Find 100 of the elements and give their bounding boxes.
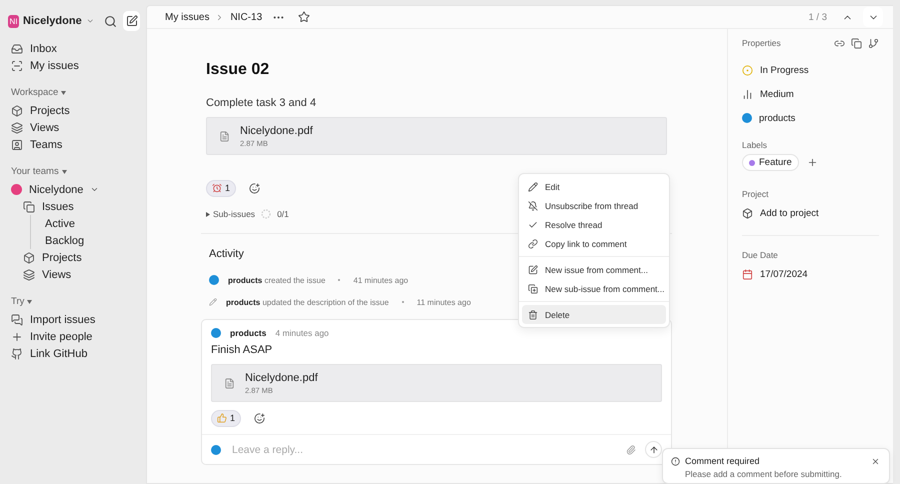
breadcrumb-link[interactable]: My issues	[165, 12, 210, 22]
menu-item[interactable]: New sub-issue from comment...	[522, 279, 666, 298]
menu-item[interactable]: Copy link to comment	[522, 234, 666, 253]
sidebar-item[interactable]: Active	[42, 215, 140, 232]
stack-icon	[23, 200, 35, 212]
copy-icon	[851, 38, 862, 48]
inbox-icon	[11, 42, 23, 54]
due-date-field[interactable]: 17/07/2024	[742, 262, 879, 286]
activity-time: 11 minutes ago	[416, 298, 471, 306]
menu-item[interactable]: Resolve thread	[522, 215, 666, 234]
breadcrumb-link[interactable]: NIC-13	[230, 12, 262, 22]
new-issue-button[interactable]	[123, 11, 140, 31]
section-title[interactable]: Try	[11, 296, 24, 307]
send-button[interactable]	[645, 441, 662, 458]
due-date-title: Due Date	[742, 250, 779, 260]
sub-issues-toggle[interactable]: Sub-issues	[213, 209, 256, 219]
plus-icon	[11, 330, 23, 342]
caret-right-icon	[206, 212, 210, 216]
status-circle-icon	[742, 64, 753, 76]
sidebar-item[interactable]: Inbox	[8, 40, 140, 57]
chat-icon	[11, 314, 23, 326]
person-card-icon	[11, 138, 23, 150]
cube-icon	[742, 208, 753, 218]
sidebar-item[interactable]: Views	[8, 119, 140, 136]
team-avatar-icon	[11, 184, 22, 195]
file-icon	[224, 378, 235, 388]
pencil-icon	[209, 298, 217, 306]
separator-dot	[338, 279, 340, 281]
cube-icon	[11, 104, 23, 116]
menu-item[interactable]: Delete	[522, 305, 666, 324]
alert-icon	[671, 456, 680, 466]
activity-title: Activity	[209, 248, 245, 260]
pager-count: 1 / 3	[808, 12, 827, 22]
caret-down-icon	[90, 185, 100, 194]
github-icon	[11, 348, 23, 360]
sidebar-item[interactable]: Teams	[8, 136, 140, 153]
user-avatar	[742, 113, 752, 123]
reaction-button[interactable]: 1	[206, 180, 236, 196]
copy-plus-icon	[528, 284, 538, 294]
caret-down-icon	[61, 90, 66, 94]
priority-field[interactable]: Medium	[742, 82, 879, 106]
thumbs-up-icon	[217, 413, 227, 423]
user-avatar	[211, 328, 221, 338]
activity-text: products created the issue	[228, 276, 326, 284]
caret-down-icon	[27, 300, 32, 304]
close-icon	[870, 456, 880, 466]
smile-plus-icon	[248, 182, 260, 194]
sub-issues-progress: 0/1	[277, 209, 289, 219]
sidebar-item[interactable]: Backlog	[42, 232, 140, 249]
issue-title: Issue 02	[206, 61, 270, 79]
sidebar-item[interactable]: Projects	[8, 102, 140, 119]
link-icon	[528, 238, 538, 248]
sidebar-item[interactable]: Link GitHub	[8, 345, 140, 362]
alarm-clock-icon	[212, 183, 222, 193]
menu-item[interactable]: Unsubscribe from thread	[522, 196, 666, 215]
sidebar-item[interactable]: Import issues	[8, 311, 140, 328]
user-avatar	[211, 444, 221, 454]
section-title[interactable]: Workspace	[11, 87, 58, 98]
separator-dot	[402, 301, 404, 303]
pencil-icon	[528, 182, 538, 192]
menu-item[interactable]: Edit	[522, 177, 666, 196]
project-title: Project	[742, 189, 770, 199]
sidebar-item[interactable]: Projects	[8, 249, 140, 266]
project-field[interactable]: Add to project	[742, 201, 879, 225]
team-item[interactable]: Nicelydone	[8, 181, 140, 198]
trash-icon	[528, 310, 538, 320]
scan-icon	[11, 60, 23, 72]
caret-down-icon	[62, 170, 67, 174]
workspace-name[interactable]: Nicelydone	[23, 15, 82, 27]
smile-plus-icon	[254, 412, 265, 424]
comment-time: 4 minutes ago	[275, 328, 329, 338]
sidebar-item[interactable]: Views	[8, 266, 140, 283]
toast-message: Please add a comment before submitting.	[685, 469, 843, 479]
check-icon	[528, 220, 538, 230]
file-name: Nicelydone.pdf	[240, 124, 313, 136]
file-name: Nicelydone.pdf	[245, 372, 318, 384]
menu-item[interactable]: New issue from comment...	[522, 260, 666, 279]
edit-square-icon	[528, 264, 538, 274]
sidebar-item[interactable]: My issues	[8, 57, 140, 74]
plus-icon	[806, 157, 818, 168]
reaction-button[interactable]: 1	[211, 410, 242, 426]
assignee-field[interactable]: products	[742, 106, 879, 130]
status-field[interactable]: In Progress	[742, 58, 879, 82]
arrow-up-icon	[648, 444, 658, 454]
properties-title: Properties	[742, 38, 781, 48]
progress-ring-icon	[261, 209, 272, 219]
file-icon	[219, 130, 230, 142]
sidebar-item[interactable]: Invite people	[8, 328, 140, 345]
comment-author: products	[230, 328, 266, 338]
star-icon	[298, 11, 310, 23]
sidebar-item[interactable]: Issues	[8, 198, 140, 215]
reply-field[interactable]: Leave a reply...	[230, 442, 617, 456]
label-chip[interactable]: Feature	[742, 154, 799, 171]
section-title[interactable]: Your teams	[11, 166, 59, 177]
branch-icon	[868, 38, 879, 48]
layers-icon	[11, 122, 23, 134]
workspace-avatar: NI	[8, 14, 19, 28]
layers-icon	[23, 268, 35, 280]
activity-time: 41 minutes ago	[353, 276, 408, 284]
calendar-icon	[742, 268, 753, 280]
